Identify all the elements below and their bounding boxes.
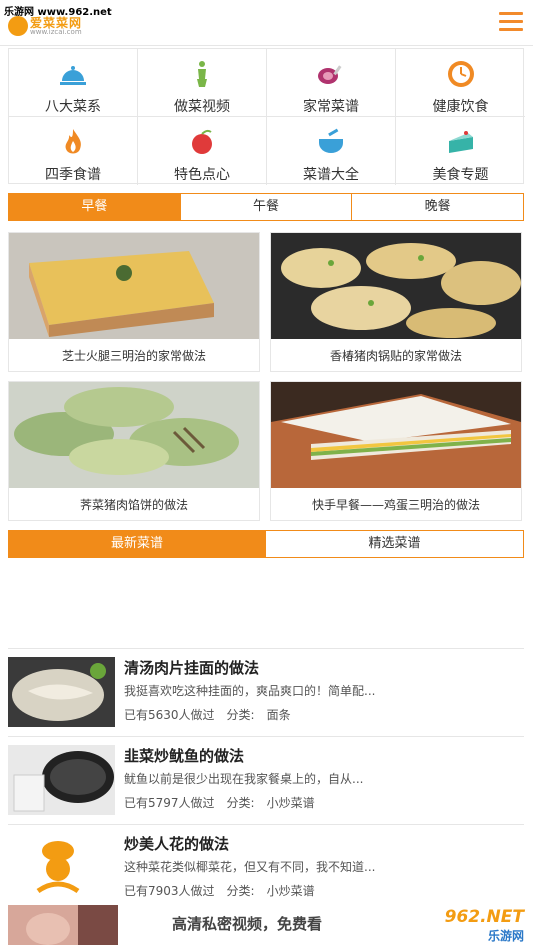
clock-icon	[447, 61, 474, 87]
featured-card[interactable]: 快手早餐——鸡蛋三明治的做法	[270, 381, 522, 521]
food-photo	[271, 382, 521, 488]
ad-text: 高清私密视频，免费看	[172, 915, 323, 933]
category-item[interactable]: 菜谱大全	[267, 117, 396, 185]
cloche-icon	[60, 66, 86, 85]
tab-breakfast[interactable]: 早餐	[9, 194, 181, 220]
recipe-meta: 已有7903人做过 分类: 小炒菜谱	[124, 884, 315, 898]
category-label: 特色点心	[174, 167, 230, 183]
recipe-meta: 已有5630人做过 分类: 面条	[124, 708, 291, 722]
recipe-thumbnail	[8, 657, 115, 727]
category-item[interactable]: 美食专题	[396, 117, 525, 185]
category-item[interactable]: 健康饮食	[396, 49, 525, 117]
food-photo	[9, 382, 259, 488]
recipe-desc: 鱿鱼以前是很少出现在我家餐桌上的，自从...	[124, 772, 364, 786]
category-label: 八大菜系	[45, 99, 101, 115]
site-logo[interactable]: 爱菜菜网 www.izcai.com	[8, 14, 118, 40]
tab-lunch[interactable]: 午餐	[181, 194, 353, 220]
category-label: 做菜视频	[174, 99, 230, 115]
food-photo	[9, 233, 259, 339]
category-label: 四季食谱	[45, 167, 101, 183]
category-grid: 八大菜系 做菜视频 家常菜谱 健康饮食 四季食谱 特色点心 菜谱大全 美食专题	[8, 48, 525, 185]
cake-slice-icon	[448, 131, 473, 153]
flame-icon	[65, 129, 81, 154]
category-item[interactable]: 做菜视频	[138, 49, 267, 117]
category-label: 菜谱大全	[303, 167, 359, 183]
category-item[interactable]: 家常菜谱	[267, 49, 396, 117]
recipe-title: 炒美人花的做法	[124, 835, 230, 853]
chef-figure-icon	[197, 61, 207, 87]
recipe-row[interactable]: 清汤肉片挂面的做法 我挺喜欢吃这种挂面的，爽品爽口的！简单配... 已有5630…	[8, 648, 524, 734]
top-bar: 乐游网 www.962.net 爱菜菜网 www.izcai.com	[0, 0, 533, 46]
tab-selected-recipes[interactable]: 精选菜谱	[266, 531, 523, 557]
category-label: 家常菜谱	[303, 99, 359, 115]
site-watermark-logo: 962.NET 乐游网	[444, 907, 524, 943]
ham-leg-icon	[318, 65, 342, 84]
recipe-row[interactable]: 韭菜炒鱿鱼的做法 鱿鱼以前是很少出现在我家餐桌上的，自从... 已有5797人做…	[8, 736, 524, 822]
recipe-meta: 已有5797人做过 分类: 小炒菜谱	[124, 796, 315, 810]
ad-banner[interactable]: 高清私密视频，免费看 962.NET 乐游网	[8, 905, 524, 945]
tab-latest-recipes[interactable]: 最新菜谱	[9, 531, 266, 557]
category-label: 健康饮食	[432, 99, 489, 115]
recipe-row[interactable]: 炒美人花的做法 这种菜花类似椰菜花，但又有不同，我不知道... 已有7903人做…	[8, 824, 524, 910]
apple-icon	[192, 129, 212, 154]
recipe-list-tabs: 最新菜谱 精选菜谱	[8, 530, 524, 558]
food-photo	[271, 233, 521, 339]
recipe-desc: 我挺喜欢吃这种挂面的，爽品爽口的！简单配...	[124, 684, 376, 698]
ad-photo	[8, 905, 118, 945]
featured-caption: 香椿猪肉锅贴的家常做法	[329, 349, 462, 363]
recipe-title: 清汤肉片挂面的做法	[124, 659, 260, 677]
pot-icon	[319, 128, 343, 153]
featured-card[interactable]: 香椿猪肉锅贴的家常做法	[270, 232, 522, 372]
chef-logo-icon	[8, 16, 28, 36]
meal-tabs: 早餐 午餐 晚餐	[8, 193, 524, 221]
featured-card[interactable]: 荠菜猪肉馅饼的做法	[8, 381, 260, 521]
logo-url: www.izcai.com	[30, 28, 82, 36]
featured-caption: 快手早餐——鸡蛋三明治的做法	[311, 498, 480, 512]
recipe-title: 韭菜炒鱿鱼的做法	[124, 747, 245, 765]
category-item[interactable]: 四季食谱	[9, 117, 138, 185]
featured-caption: 荠菜猪肉馅饼的做法	[79, 498, 188, 512]
recipe-thumbnail	[8, 833, 115, 903]
recipe-desc: 这种菜花类似椰菜花，但又有不同，我不知道...	[124, 860, 376, 874]
featured-caption: 芝士火腿三明治的家常做法	[61, 349, 206, 363]
category-item[interactable]: 特色点心	[138, 117, 267, 185]
featured-card[interactable]: 芝士火腿三明治的家常做法	[8, 232, 260, 372]
recipe-thumbnail	[8, 745, 115, 815]
tab-dinner[interactable]: 晚餐	[352, 194, 523, 220]
category-label: 美食专题	[432, 167, 489, 183]
hamburger-menu-icon[interactable]	[499, 12, 523, 34]
category-item[interactable]: 八大菜系	[9, 49, 138, 117]
